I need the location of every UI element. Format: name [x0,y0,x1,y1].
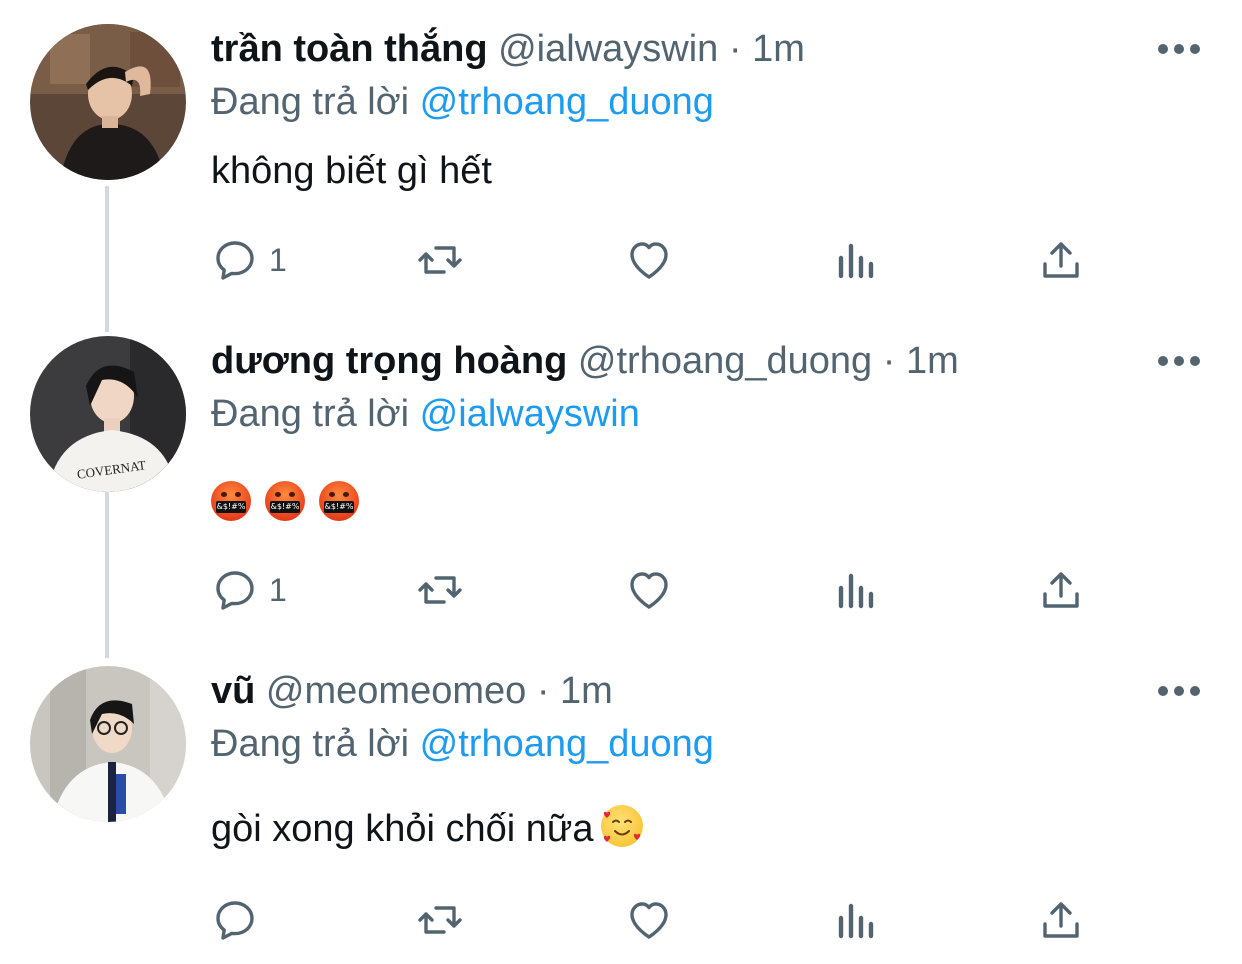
tweet-header: dương trọng hoàng @trhoang_duong · 1m [211,336,959,386]
retweet-icon [418,906,462,934]
retweet-button[interactable] [416,564,464,616]
tweet[interactable]: trần toàn thắng @ialwayswin · 1m Đang tr… [0,0,1242,330]
mention-link[interactable]: @trhoang_duong [420,81,714,123]
cursing-face-emoji: &$!#% [265,480,305,521]
views-button[interactable] [831,894,879,946]
timestamp[interactable]: 1m [752,28,805,70]
tweet-text-row: gòi xong khỏi chối nữa [211,804,644,854]
username[interactable]: @meomeomeo [266,670,526,712]
timestamp[interactable]: 1m [906,340,959,382]
replying-to-label: Đang trả lời [211,723,410,765]
tweet-text: gòi xong khỏi chối nữa [211,808,594,850]
share-icon [1043,902,1079,938]
reply-icon [216,571,254,610]
more-icon[interactable] [1158,356,1200,368]
views-icon [838,243,874,279]
reply-button[interactable]: 1 [211,564,287,616]
separator-dot: · [882,340,896,382]
reply-icon [216,901,254,940]
mention-link[interactable]: @trhoang_duong [420,723,714,765]
cursing-face-emoji: &$!#% [319,480,359,521]
share-icon [1043,572,1079,608]
display-name[interactable]: trần toàn thắng [211,28,488,70]
replying-to: Đang trả lời @trhoang_duong [211,77,714,127]
username[interactable]: @ialwayswin [498,28,718,70]
retweet-icon [418,246,462,274]
share-button[interactable] [1037,564,1085,616]
retweet-button[interactable] [416,894,464,946]
share-button[interactable] [1037,894,1085,946]
views-button[interactable] [831,234,879,286]
views-icon [838,903,874,939]
like-icon [630,902,668,939]
separator-dot: · [728,28,742,70]
avatar-photo [30,24,186,180]
avatar[interactable]: COVERNAT [30,336,186,492]
tweet[interactable]: COVERNAT dương trọng hoàng @trhoang_duon… [0,330,1242,660]
mention-link[interactable]: @ialwayswin [420,393,640,435]
tweet-header: trần toàn thắng @ialwayswin · 1m [211,24,805,74]
timestamp[interactable]: 1m [560,670,613,712]
display-name[interactable]: dương trọng hoàng [211,340,567,382]
like-button[interactable] [625,564,673,616]
views-icon [838,573,874,609]
cursing-face-emoji: &$!#% [211,480,251,521]
avatar-photo [30,666,186,822]
like-button[interactable] [625,894,673,946]
tweet-header: vũ @meomeomeo · 1m [211,666,613,716]
reply-icon [216,241,254,280]
tweet-text: &$!#% &$!#% &$!#% [211,474,373,524]
reply-button[interactable] [211,894,259,946]
share-button[interactable] [1037,234,1085,286]
retweet-button[interactable] [416,234,464,286]
retweet-icon [418,576,462,604]
share-icon [1043,242,1079,278]
reply-count: 1 [269,241,287,278]
tweet-text: không biết gì hết [211,150,492,192]
replying-to-label: Đang trả lời [211,393,410,435]
more-icon[interactable] [1158,44,1200,56]
action-bar: 1 [211,564,1111,616]
like-icon [630,242,668,279]
more-icon[interactable] [1158,686,1200,698]
tweet[interactable]: vũ @meomeomeo · 1m Đang trả lời @trhoang… [0,660,1242,964]
avatar-photo: COVERNAT [30,336,186,492]
replying-to: Đang trả lời @trhoang_duong [211,719,714,769]
like-icon [630,572,668,609]
action-bar [211,894,1111,946]
action-bar: 1 [211,234,1111,286]
views-button[interactable] [831,564,879,616]
reply-count: 1 [269,571,287,608]
avatar[interactable] [30,24,186,180]
avatar[interactable] [30,666,186,822]
replying-to: Đang trả lời @ialwayswin [211,389,640,439]
username[interactable]: @trhoang_duong [578,340,872,382]
reply-button[interactable]: 1 [211,234,287,286]
smiling-face-with-hearts-emoji [601,805,644,847]
display-name[interactable]: vũ [211,670,255,712]
separator-dot: · [536,670,550,712]
like-button[interactable] [625,234,673,286]
replying-to-label: Đang trả lời [211,81,410,123]
